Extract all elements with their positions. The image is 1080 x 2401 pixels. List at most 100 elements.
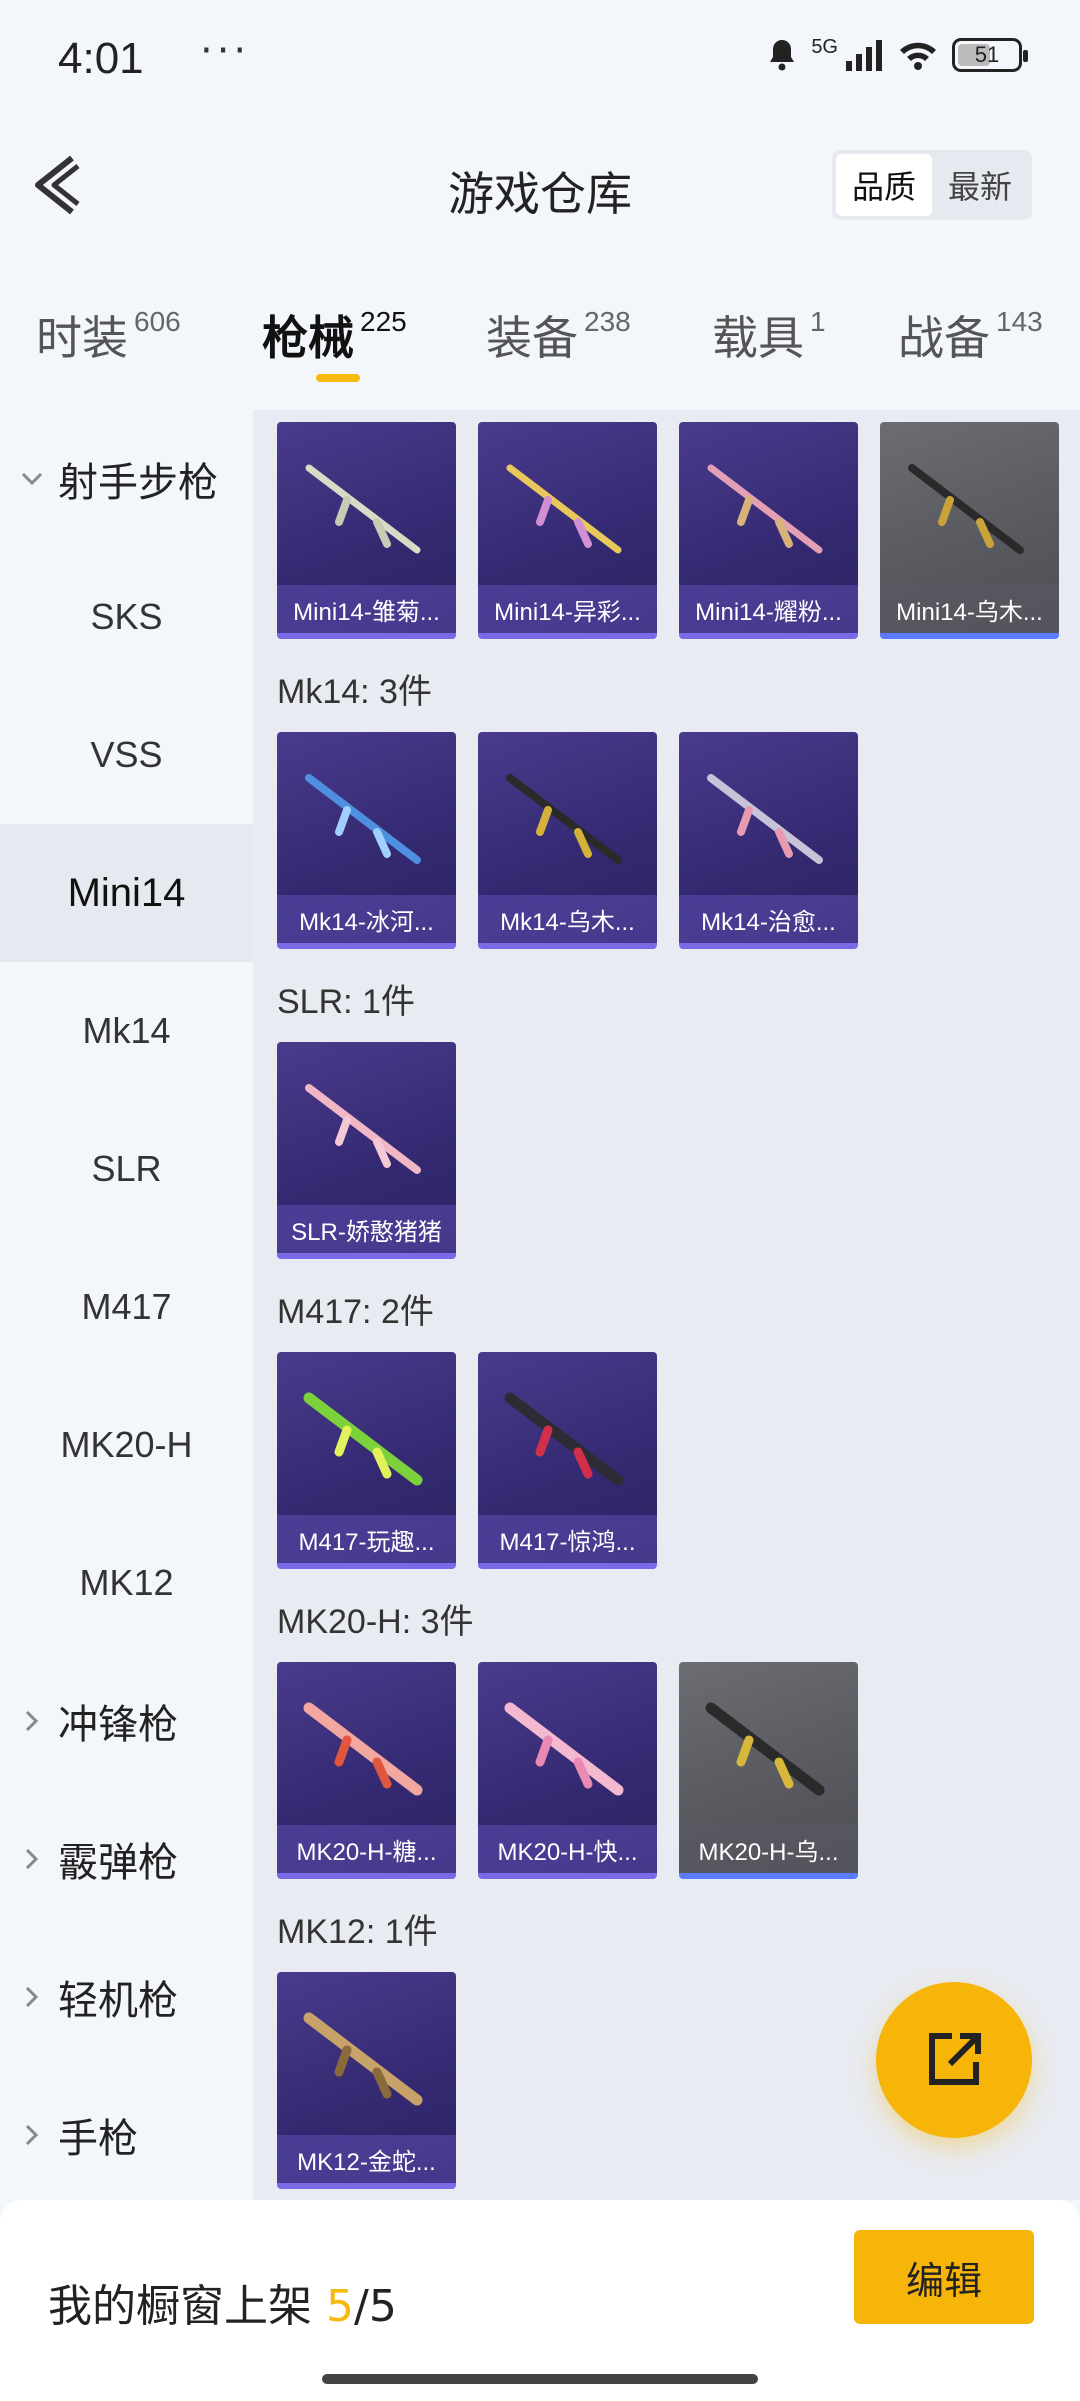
weapon-card-name: Mk14-冰河... [277,895,456,943]
chevron-right-icon [20,1847,44,1871]
sort-latest-button[interactable]: 最新 [932,154,1028,216]
rifle-icon [707,464,823,554]
weapon-card-name: MK12-金蛇... [277,2135,456,2183]
chevron-right-icon [20,2123,44,2147]
chevron-right-icon [20,1709,44,1733]
tab-vehicles[interactable]: 载具 1 [712,302,826,368]
weapon-card[interactable]: M417-惊鸿... [478,1352,657,1569]
tab-label: 战备 [898,311,990,365]
weapon-card[interactable]: Mk14-治愈... [679,732,858,949]
rifle-icon [506,464,622,554]
mk12-grid: MK12-金蛇... [277,1972,456,2189]
m417-grid: M417-玩趣... M417-惊鸿... [277,1352,657,1569]
weapon-card-name: Mini14-雏菊... [277,585,456,633]
weapon-card-name: Mk14-乌木... [478,895,657,943]
status-time: 4:01 [58,34,144,83]
sidebar-group-smg[interactable]: 冲锋枪 [0,1652,253,1790]
weapon-card-name: SLR-娇憨猪猪 [277,1205,456,1253]
sidebar-item-mk20h[interactable]: MK20-H [0,1376,253,1514]
tab-label: 载具 [712,311,804,365]
sidebar-group-pistol[interactable]: 手枪 [0,2066,253,2204]
showcase-total-count: /5 [354,2281,397,2332]
tab-label: 枪械 [262,311,354,365]
rifle-icon [305,1084,421,1174]
weapon-card[interactable]: Mini14-耀粉... [679,422,858,639]
weapon-card[interactable]: M417-玩趣... [277,1352,456,1569]
battery-indicator: 51 [952,38,1028,72]
chevron-right-icon [20,1985,44,2009]
rifle-icon [303,1392,423,1486]
rifle-icon [303,1702,423,1796]
section-title-mk14: Mk14: 3件 [277,673,432,711]
section-title-mk20h: MK20-H: 3件 [277,1603,474,1641]
sidebar-group-label: 冲锋枪 [58,1702,178,1748]
share-export-icon [929,2033,981,2085]
weapon-card[interactable]: MK20-H-快... [478,1662,657,1879]
weapon-card[interactable]: MK12-金蛇... [277,1972,456,2189]
weapon-card-name: MK20-H-糖... [277,1825,456,1873]
sidebar-group-marksman[interactable]: 射手步枪 [0,410,253,548]
sidebar-group-label: 轻机枪 [58,1978,178,2024]
tab-supplies[interactable]: 战备 143 [898,302,1043,368]
mini14-grid: Mini14-雏菊... Mini14-异彩... Mini14-耀粉... M… [277,422,1059,639]
sidebar-group-label: 霰弹枪 [58,1840,178,1886]
rifle-icon [705,1702,825,1796]
weapon-card[interactable]: Mini14-乌木... [880,422,1059,639]
sidebar-item-m417[interactable]: M417 [0,1238,253,1376]
sidebar-item-vss[interactable]: VSS [0,686,253,824]
sidebar-group-label: 手枪 [58,2116,138,2162]
share-fab-button[interactable] [876,1982,1032,2138]
notification-bell-icon [770,40,795,71]
tab-equipment[interactable]: 装备 238 [486,302,631,368]
tab-label: 装备 [486,311,578,365]
wifi-icon [900,42,936,70]
weapon-card[interactable]: Mk14-冰河... [277,732,456,949]
mk20h-grid: MK20-H-糖... MK20-H-快... MK20-H-乌... [277,1662,858,1879]
sidebar-group-shotgun[interactable]: 霰弹枪 [0,1790,253,1928]
active-tab-indicator [316,374,360,382]
sort-toggle: 品质 最新 [832,150,1032,220]
chevron-down-icon [20,467,44,491]
sidebar-item-slr[interactable]: SLR [0,1100,253,1238]
tab-count: 225 [360,306,407,337]
tab-count: 606 [134,306,181,337]
rifle-icon [908,464,1024,554]
home-indicator[interactable] [322,2374,758,2384]
sidebar-item-mk12[interactable]: MK12 [0,1514,253,1652]
section-title-mk12: MK12: 1件 [277,1913,438,1951]
weapon-card-name: Mini14-异彩... [478,585,657,633]
weapon-card[interactable]: MK20-H-糖... [277,1662,456,1879]
weapon-card[interactable]: MK20-H-乌... [679,1662,858,1879]
weapon-card[interactable]: Mk14-乌木... [478,732,657,949]
rifle-icon [707,774,823,864]
weapon-card-name: MK20-H-乌... [679,1825,858,1873]
category-tabs: 时装 606 枪械 225 装备 238 载具 1 战备 143 [0,290,1080,400]
rifle-icon [506,774,622,864]
tab-count: 238 [584,306,631,337]
weapon-grid-panel: Mini14-雏菊... Mini14-异彩... Mini14-耀粉... M… [253,410,1080,2200]
sidebar-item-sks[interactable]: SKS [0,548,253,686]
weapon-card-name: Mini14-乌木... [880,585,1059,633]
weapon-card[interactable]: SLR-娇憨猪猪 [277,1042,456,1259]
tab-count: 143 [996,306,1043,337]
weapon-category-sidebar: 射手步枪 SKS VSS Mini14 Mk14 SLR M417 MK20-H… [0,410,253,2200]
tab-count: 1 [810,306,826,337]
rifle-icon [305,774,421,864]
tab-fashion[interactable]: 时装 606 [36,302,181,368]
showcase-status: 我的橱窗上架 5/5 [48,2270,397,2334]
rifle-icon [504,1702,624,1796]
edit-button[interactable]: 编辑 [854,2230,1034,2324]
sort-quality-button[interactable]: 品质 [836,154,932,216]
status-bar: 4:01 ··· 5G 51 [0,0,1080,120]
weapon-card-name: Mk14-治愈... [679,895,858,943]
weapon-card[interactable]: Mini14-雏菊... [277,422,456,639]
weapon-card-name: MK20-H-快... [478,1825,657,1873]
mk14-grid: Mk14-冰河... Mk14-乌木... Mk14-治愈... [277,732,858,949]
weapon-card[interactable]: Mini14-异彩... [478,422,657,639]
app-header: 游戏仓库 品质 最新 [0,130,1080,240]
sidebar-group-lmg[interactable]: 轻机枪 [0,1928,253,2066]
tab-firearms[interactable]: 枪械 225 [262,302,407,368]
sidebar-item-mini14[interactable]: Mini14 [0,824,253,962]
sidebar-item-mk14[interactable]: Mk14 [0,962,253,1100]
network-type: 5G [811,35,838,58]
